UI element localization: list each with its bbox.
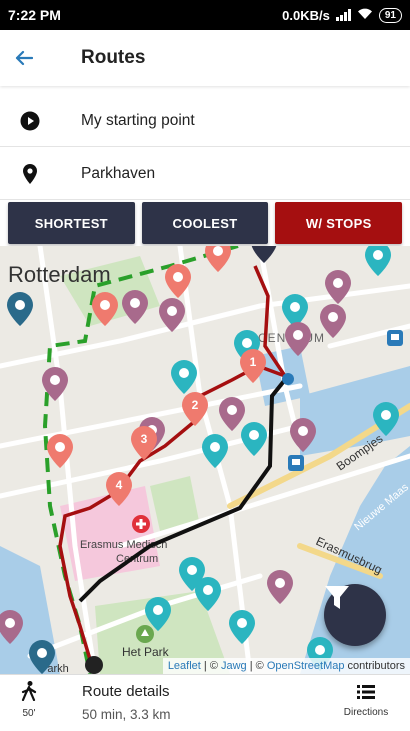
poi-marker-icon[interactable] [171, 360, 197, 394]
stop-marker-3-label: 3 [141, 432, 148, 446]
with-stops-route-button[interactable]: W/ STOPS [275, 202, 403, 244]
page-title: Routes [81, 47, 146, 68]
route-mode-group: SHORTEST COOLEST W/ STOPS [8, 202, 403, 244]
map-label-het-park: Het Park [122, 645, 170, 659]
route-junction-dot [282, 373, 294, 385]
network-speed: 0.0KB/s [282, 7, 330, 23]
stop-marker-1-label: 1 [250, 355, 257, 369]
poi-marker-icon[interactable] [205, 246, 231, 272]
destination-field[interactable]: Parkhaven [0, 148, 410, 200]
walking-person-icon [21, 681, 37, 702]
filter-icon [325, 586, 349, 609]
directions-button[interactable]: Directions [340, 685, 392, 718]
map-attribution: Leaflet | © Jawg | © OpenStreetMap contr… [162, 658, 410, 674]
status-indicators: 0.0KB/s 91 [282, 7, 402, 23]
poi-marker-icon[interactable] [7, 292, 33, 326]
osm-link[interactable]: OpenStreetMap [267, 660, 345, 672]
route-details-bar[interactable]: 50' Route details 50 min, 3.3 km Directi… [0, 674, 410, 731]
status-bar: 7:22 PM 0.0KB/s 91 [0, 0, 410, 30]
poi-marker-icon[interactable] [219, 397, 245, 431]
location-pin-icon [0, 163, 60, 184]
stop-marker-4-label: 4 [116, 478, 123, 492]
coolest-route-button[interactable]: COOLEST [141, 202, 269, 244]
walk-duration: 50' [22, 708, 36, 719]
poi-marker-icon[interactable] [267, 570, 293, 604]
metro-icon [387, 330, 403, 346]
play-circle-icon [0, 111, 60, 131]
app-header: Routes [0, 30, 410, 86]
hospital-icon [132, 515, 150, 533]
list-icon [357, 685, 375, 699]
starting-point-field[interactable]: My starting point [0, 95, 410, 147]
route-start-dot [85, 656, 103, 674]
attribution-tail: contributors [344, 660, 405, 672]
poi-marker-icon[interactable] [229, 610, 255, 644]
signal-icon [335, 9, 351, 21]
route-map[interactable]: Rotterdam CENTRUM Erasmus Medisch Centru… [0, 246, 410, 674]
destination-value: Parkhaven [81, 164, 156, 182]
leaflet-link[interactable]: Leaflet [168, 660, 201, 672]
poi-marker-icon[interactable] [365, 246, 391, 276]
jawg-link[interactable]: Jawg [221, 660, 247, 672]
poi-marker-icon[interactable] [241, 422, 267, 456]
wifi-icon [357, 8, 373, 23]
back-arrow-icon [15, 50, 33, 66]
tram-icon [288, 455, 304, 471]
poi-marker-icon[interactable] [202, 434, 228, 468]
map-label-rotterdam: Rotterdam [8, 262, 111, 287]
starting-point-value: My starting point [81, 111, 195, 129]
route-summary: 50 min, 3.3 km [82, 707, 171, 722]
poi-marker-icon[interactable] [122, 290, 148, 324]
stop-marker-2[interactable]: 2 [182, 392, 208, 426]
filter-button[interactable] [324, 584, 386, 646]
end-point-marker [251, 246, 277, 263]
directions-label: Directions [343, 707, 389, 718]
battery-icon: 91 [378, 7, 402, 23]
stop-marker-2-label: 2 [192, 398, 199, 412]
shortest-route-button[interactable]: SHORTEST [8, 202, 135, 244]
park-tree-icon [136, 625, 154, 643]
attribution-separator-2: | © [246, 660, 267, 672]
route-details-title: Route details [82, 683, 170, 700]
status-time: 7:22 PM [8, 7, 61, 23]
attribution-separator-1: | © [200, 660, 221, 672]
walking-mode[interactable]: 50' [12, 681, 46, 719]
back-button[interactable] [0, 30, 48, 86]
